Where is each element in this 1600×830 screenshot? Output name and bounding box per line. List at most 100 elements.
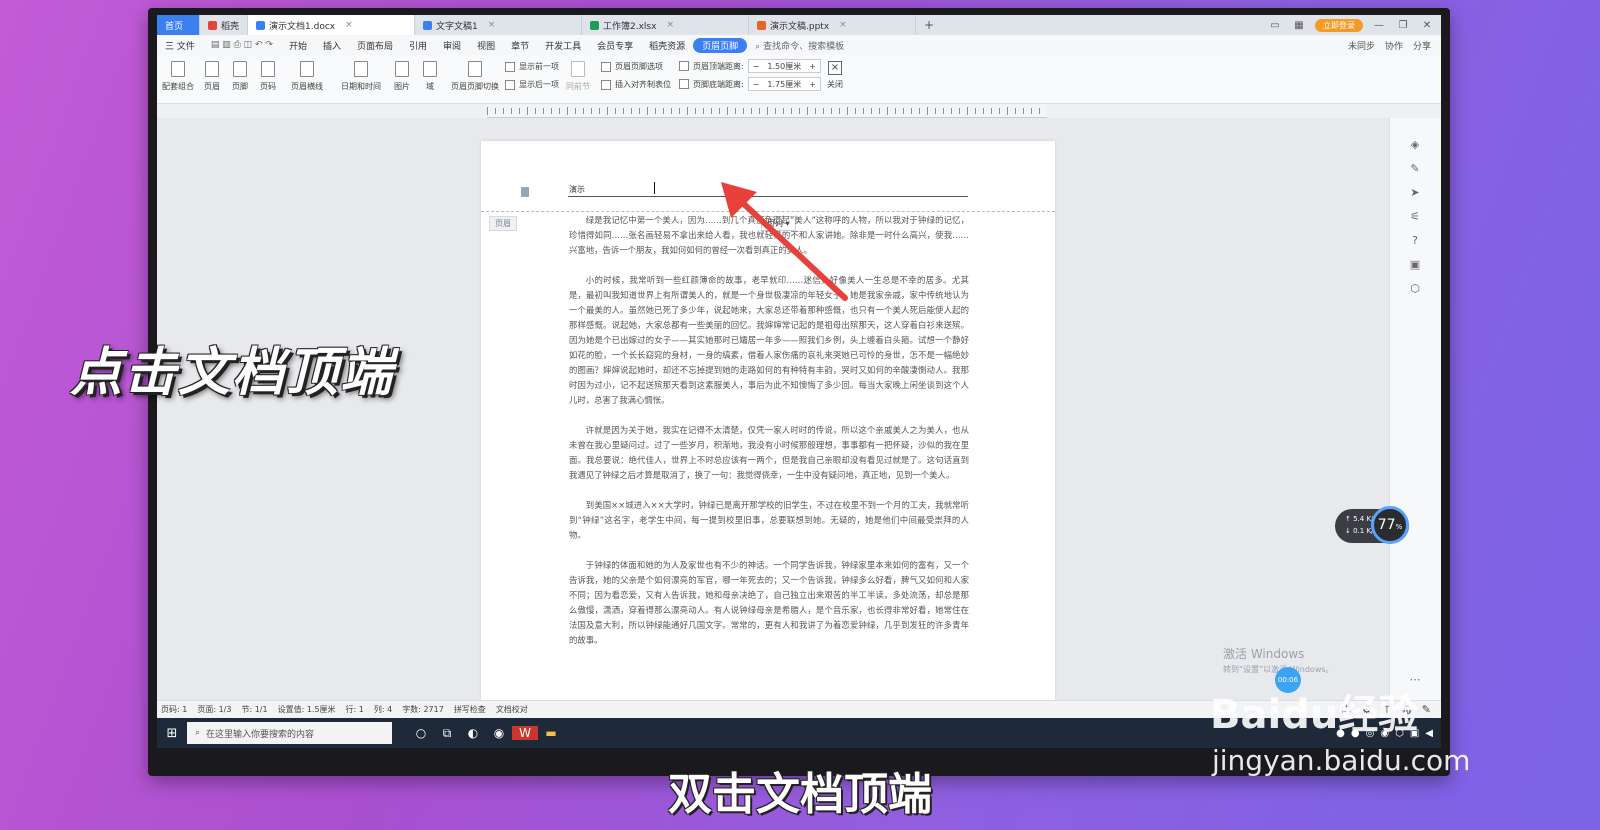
select-icon[interactable]: ➤	[1408, 186, 1422, 200]
tab-docer[interactable]: 稻壳	[200, 15, 249, 35]
help-icon[interactable]: ?	[1408, 234, 1422, 248]
collaborate-button[interactable]: 协作	[1385, 39, 1403, 52]
wps-icon[interactable]: W	[512, 726, 538, 740]
header-label: 页眉	[489, 216, 517, 231]
ruler-tick	[647, 107, 648, 115]
status-wordcount[interactable]: 字数: 2717	[402, 704, 444, 715]
plus-icon[interactable]: +	[805, 80, 820, 89]
quick-tools-icon[interactable]: ▤ ▥ ⎙ ◫ ↶ ↷	[203, 40, 281, 50]
same-as-prev-button[interactable]: 同前节	[561, 61, 595, 92]
header-text[interactable]: 演示	[569, 184, 585, 195]
search-command[interactable]: ⌕ 查找命令、搜索模板	[747, 39, 852, 52]
menu-file[interactable]: 三 文件	[157, 39, 203, 52]
menu-developer[interactable]: 开发工具	[537, 39, 589, 52]
style-icon[interactable]: ◈	[1408, 138, 1422, 152]
ruler-tick	[623, 108, 624, 114]
tab-home[interactable]: 首页	[157, 15, 200, 35]
menu-insert[interactable]: 插入	[315, 39, 349, 52]
value[interactable]: 1.50厘米	[763, 61, 805, 72]
baidu-logo: Baidu经验	[1210, 692, 1419, 738]
tab-presentation[interactable]: 演示文稿.pptx ×	[749, 15, 917, 35]
ruler-tick	[527, 107, 528, 115]
write-mode-icon[interactable]: ✎	[1422, 703, 1431, 716]
close-icon[interactable]: ×	[839, 20, 847, 30]
header-footer-options-button[interactable]: 页眉页脚选项	[601, 61, 663, 72]
minimize-icon[interactable]: —	[1371, 20, 1387, 31]
cortana-icon[interactable]: ○	[408, 726, 434, 740]
paragraph[interactable]: 许就是因为关于她，我实在记得不太清楚，仅凭一家人时时的传说，所以这个亲戚美人之为…	[569, 423, 969, 483]
grid-icon[interactable]: ▦	[1291, 20, 1307, 31]
ruler[interactable]	[487, 105, 1047, 118]
menu-header-footer[interactable]: 页眉页脚	[693, 37, 748, 53]
ruler-tick	[559, 108, 560, 114]
tab-text-doc[interactable]: 文字文稿1 ×	[415, 15, 583, 35]
ruler-tick	[1007, 107, 1008, 115]
field-button[interactable]: 域	[413, 61, 447, 92]
header-footer-switch-button[interactable]: 页眉页脚切换	[449, 61, 501, 92]
windows-start-icon[interactable]: ⊞	[157, 726, 187, 741]
menu-start[interactable]: 开始	[281, 39, 315, 52]
top-distance-control: 页眉顶端距离: −1.50厘米 +	[679, 59, 821, 73]
close-icon[interactable]: ×	[345, 20, 353, 30]
sync-button[interactable]: 未同步	[1348, 39, 1375, 52]
network-speed-widget[interactable]: ↑ 5.4 K/s ↓ 0.1 K/s 77%	[1335, 506, 1409, 544]
share-button[interactable]: 分享	[1413, 39, 1431, 52]
restore-icon[interactable]: ❐	[1395, 20, 1411, 31]
task-view-icon[interactable]: ⧉	[434, 726, 460, 741]
login-button[interactable]: 立即登录	[1315, 18, 1363, 32]
menu-references[interactable]: 引用	[401, 39, 435, 52]
menu-chapter[interactable]: 章节	[503, 39, 537, 52]
new-tab-button[interactable]: +	[916, 18, 942, 32]
proofread-button[interactable]: 文档校对	[496, 704, 528, 715]
header-options-icon[interactable]	[521, 187, 529, 197]
page-number-button[interactable]: 页码	[251, 61, 285, 92]
tab-label: 首页	[165, 21, 184, 32]
plus-icon[interactable]: +	[805, 62, 820, 71]
menu-member[interactable]: 会员专享	[589, 39, 641, 52]
menu-docer[interactable]: 稻壳资源	[641, 39, 693, 52]
folder-icon[interactable]: ▬	[538, 726, 564, 740]
status-page[interactable]: 页码: 1	[161, 704, 187, 715]
bottom-distance-stepper[interactable]: −1.75厘米 +	[747, 77, 821, 91]
close-window-icon[interactable]: ✕	[1419, 20, 1435, 31]
header-line-button[interactable]: 页眉横线	[285, 61, 329, 92]
status-pages[interactable]: 页面: 1/3	[197, 704, 231, 715]
close-icon[interactable]: ×	[488, 20, 496, 30]
edge-icon[interactable]: ◐	[460, 726, 486, 740]
paragraph[interactable]: 于钟绿的体面和她的为人及家世也有不少的神话。一个同学告诉我，钟绿家里本来如何的富…	[569, 558, 969, 648]
pen-icon[interactable]: ✎	[1408, 162, 1422, 176]
value[interactable]: 1.75厘米	[763, 79, 805, 90]
link-icon	[571, 61, 585, 77]
combo-button[interactable]: 配套组合	[161, 61, 195, 92]
tab-demo-doc[interactable]: 演示文档1.docx ×	[248, 15, 416, 35]
insert-tab-button[interactable]: 插入对齐制表位	[601, 79, 671, 90]
close-header-footer-button[interactable]: × 关闭	[827, 61, 843, 90]
layout-icon[interactable]: ▭	[1267, 20, 1283, 31]
shield-icon[interactable]: ⬡	[1408, 282, 1422, 296]
close-icon[interactable]: ×	[666, 20, 674, 30]
ruler-tick	[767, 107, 768, 115]
top-distance-stepper[interactable]: −1.50厘米 +	[747, 59, 821, 73]
label: 页脚底端距离:	[693, 79, 744, 89]
label: 图片	[394, 82, 410, 91]
date-time-button[interactable]: 日期和时间	[339, 61, 383, 92]
image-icon[interactable]: ▣	[1408, 258, 1422, 272]
tab-workbook[interactable]: 工作簿2.xlsx ×	[582, 15, 750, 35]
volume-icon[interactable]: ◀	[1425, 728, 1433, 739]
minus-icon[interactable]: −	[749, 62, 764, 71]
adjust-icon[interactable]: ⚟	[1408, 210, 1422, 224]
menu-view[interactable]: 视图	[469, 39, 503, 52]
minus-icon[interactable]: −	[749, 80, 764, 89]
label: 页眉横线	[291, 82, 323, 91]
show-next-button[interactable]: 显示后一项	[505, 79, 559, 90]
ruler-tick	[503, 108, 504, 114]
paragraph[interactable]: 到美国××城进入××大学时，钟绿已是离开那学校的旧学生，不过在校里不到一个月的工…	[569, 498, 969, 543]
annotation-arrow	[721, 182, 848, 301]
show-prev-button[interactable]: 显示前一项	[505, 61, 559, 72]
menu-review[interactable]: 审阅	[435, 39, 469, 52]
spellcheck-button[interactable]: 拼写检查	[454, 704, 486, 715]
browser-icon[interactable]: ◉	[486, 726, 512, 740]
tab-icon	[601, 79, 611, 90]
taskbar-search[interactable]: ⌕ 在这里输入你要搜索的内容	[187, 722, 392, 744]
menu-layout[interactable]: 页面布局	[349, 39, 401, 52]
